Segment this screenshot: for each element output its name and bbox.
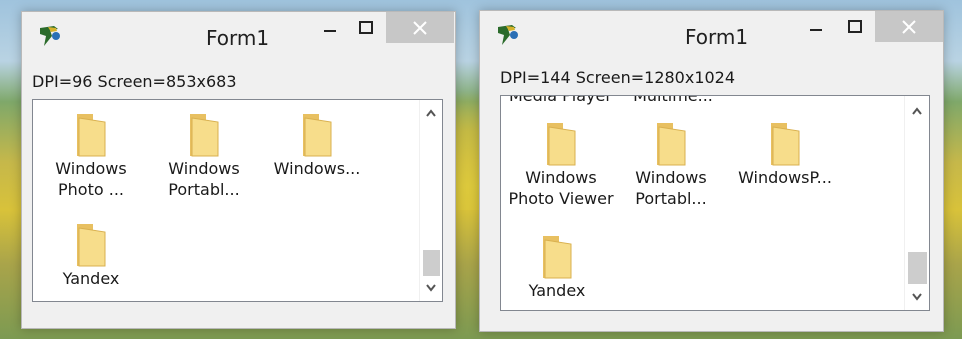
item-label: Photo Viewer <box>508 189 614 208</box>
partial-item-label: Multime... <box>633 95 713 105</box>
folder-list-view[interactable]: Windows Photo ... Windows Portabl... Win… <box>32 99 443 302</box>
maximize-button[interactable] <box>832 11 878 42</box>
folder-icon <box>190 114 219 157</box>
app-icon <box>40 26 60 46</box>
folder-icon <box>77 114 106 157</box>
item-label: Portabl... <box>168 180 240 199</box>
chevron-up-icon <box>912 107 922 115</box>
minimize-icon <box>810 28 822 31</box>
form1-window-144dpi[interactable]: Form1 DPI=144 Screen=1280x1024 Media Pla… <box>479 10 944 332</box>
app-icon <box>498 25 518 45</box>
item-label: Yandex <box>528 281 586 300</box>
list-item[interactable]: Windows Photo Viewer <box>503 121 619 209</box>
item-label: Windows <box>525 168 597 187</box>
item-label: Windows <box>635 168 707 187</box>
close-icon <box>413 20 427 35</box>
maximize-icon <box>359 20 373 34</box>
list-item[interactable]: Windows... <box>261 112 373 179</box>
dpi-info-label: DPI=144 Screen=1280x1024 <box>500 68 736 87</box>
window-title: Form1 <box>206 26 270 50</box>
list-item[interactable]: Windows Portabl... <box>615 121 727 209</box>
chevron-up-icon <box>426 109 436 117</box>
item-label: Photo ... <box>58 180 124 199</box>
close-icon <box>902 19 916 34</box>
close-button[interactable] <box>875 11 943 42</box>
list-item[interactable]: WindowsP... <box>727 121 843 188</box>
vertical-scrollbar[interactable] <box>419 100 442 301</box>
dpi-info-label: DPI=96 Screen=853x683 <box>32 72 237 91</box>
scroll-thumb[interactable] <box>908 252 927 284</box>
title-bar[interactable]: Form1 <box>22 12 455 64</box>
chevron-down-icon <box>426 284 436 292</box>
scroll-down-button[interactable] <box>905 286 929 308</box>
item-label: Windows <box>55 159 127 178</box>
chevron-down-icon <box>912 293 922 301</box>
item-label: Yandex <box>62 269 120 288</box>
folder-icon <box>543 236 572 279</box>
close-button[interactable] <box>386 12 454 43</box>
folder-icon <box>771 123 800 166</box>
list-item[interactable]: Yandex <box>35 222 147 289</box>
vertical-scrollbar[interactable] <box>904 96 929 310</box>
list-item[interactable]: Windows Photo ... <box>35 112 147 200</box>
scroll-down-button[interactable] <box>420 277 442 299</box>
list-item[interactable]: Windows Portabl... <box>148 112 260 200</box>
form1-window-96dpi[interactable]: Form1 DPI=96 Screen=853x683 Windows Phot… <box>21 11 456 329</box>
partial-item-label: Media Player <box>509 95 612 105</box>
maximize-button[interactable] <box>343 12 389 43</box>
scroll-up-button[interactable] <box>420 102 442 124</box>
list-item[interactable]: Yandex <box>501 234 613 301</box>
window-title: Form1 <box>685 25 749 49</box>
folder-icon <box>547 123 576 166</box>
item-label: Windows <box>168 159 240 178</box>
folder-icon <box>657 123 686 166</box>
item-label: Portabl... <box>635 189 707 208</box>
folder-list-view[interactable]: Media Player Multime... Windows Photo Vi… <box>500 95 930 311</box>
title-bar[interactable]: Form1 <box>480 11 943 63</box>
item-label: Windows... <box>273 159 361 178</box>
maximize-icon <box>848 19 862 33</box>
item-label: WindowsP... <box>738 168 832 187</box>
scroll-thumb[interactable] <box>423 250 440 276</box>
folder-icon <box>77 224 106 267</box>
scroll-up-button[interactable] <box>905 100 929 122</box>
folder-icon <box>303 114 332 157</box>
minimize-icon <box>324 29 336 32</box>
